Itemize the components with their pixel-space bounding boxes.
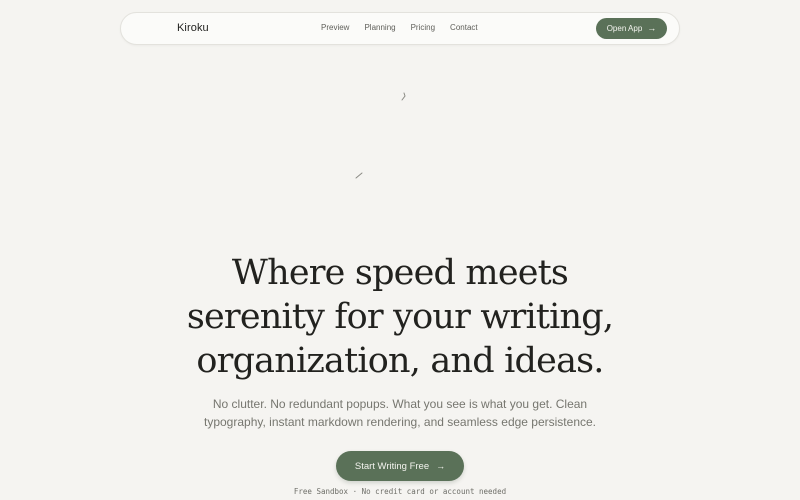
nav-link-planning[interactable]: Planning — [364, 23, 395, 32]
top-nav: Kiroku Preview Planning Pricing Contact … — [120, 12, 680, 45]
nav-links: Preview Planning Pricing Contact — [321, 23, 478, 32]
open-app-button[interactable]: Open App → — [596, 18, 667, 39]
hero-title: Where speed meets serenity for your writ… — [0, 251, 800, 383]
brand-logo[interactable]: Kiroku — [177, 22, 209, 34]
cta-footnote: Free Sandbox · No credit card or account… — [293, 487, 507, 496]
hero-title-line: organization, and ideas. — [196, 341, 604, 381]
start-writing-label: Start Writing Free — [354, 460, 430, 472]
hero-title-line: serenity for your writing, — [186, 297, 614, 337]
nav-link-pricing[interactable]: Pricing — [411, 23, 435, 32]
decorative-stroke-icon — [399, 92, 407, 102]
nav-link-contact[interactable]: Contact — [450, 23, 478, 32]
arrow-right-icon: → — [436, 460, 446, 471]
landing-page: Kiroku Preview Planning Pricing Contact … — [0, 0, 800, 500]
hero-subtitle: No clutter. No redundant popups. What yo… — [0, 395, 800, 431]
open-app-label: Open App — [606, 24, 643, 33]
arrow-right-icon: → — [647, 23, 657, 33]
hero-title-line: Where speed meets — [231, 253, 569, 293]
nav-link-preview[interactable]: Preview — [321, 23, 349, 32]
hero-subtitle-line: typography, instant markdown rendering, … — [204, 415, 596, 429]
decorative-stroke-icon — [354, 171, 364, 180]
start-writing-button[interactable]: Start Writing Free → — [336, 451, 464, 481]
hero-subtitle-line: No clutter. No redundant popups. What yo… — [212, 397, 588, 411]
